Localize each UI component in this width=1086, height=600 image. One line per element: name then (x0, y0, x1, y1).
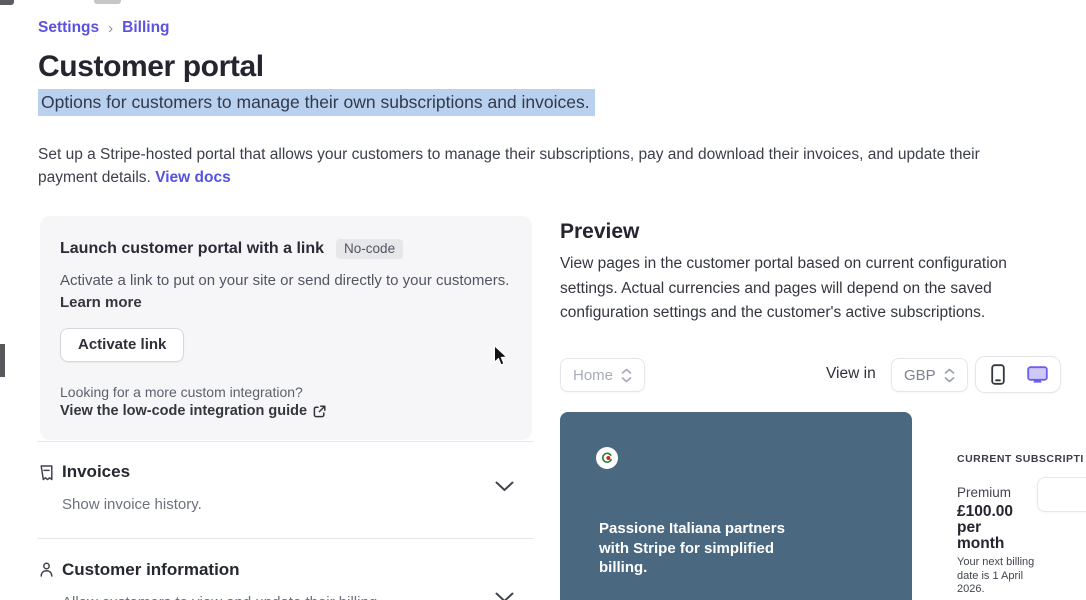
chevron-down-icon[interactable] (495, 590, 514, 600)
learn-more-link[interactable]: Learn more (60, 294, 142, 311)
section-divider (38, 441, 533, 442)
section-desc-customer-information: Allow customers to view and update their… (62, 594, 377, 600)
page-subtitle: Options for customers to manage their ow… (38, 92, 595, 113)
left-edge-artifact (0, 344, 5, 377)
activate-link-button[interactable]: Activate link (60, 328, 184, 362)
currency-select[interactable]: GBP (891, 358, 968, 392)
no-code-badge: No-code (336, 239, 403, 259)
page-select[interactable]: Home (560, 358, 645, 392)
subscription-action-button[interactable] (1037, 477, 1086, 512)
portal-brand-message: Passione Italiana partners with Stripe f… (599, 519, 791, 578)
page-title: Customer portal (38, 50, 264, 84)
breadcrumb-separator-icon: › (108, 20, 113, 37)
breadcrumb-billing[interactable]: Billing (122, 19, 169, 37)
section-title-customer-information: Customer information (62, 560, 240, 580)
launch-card-title: Launch customer portal with a link (60, 240, 324, 258)
chevron-down-icon[interactable] (495, 479, 514, 497)
preview-title: Preview (560, 220, 639, 244)
view-in-label: View in (826, 365, 876, 383)
launch-portal-card: Launch customer portal with a link No-co… (40, 216, 532, 440)
screen-edge-artifact (0, 0, 14, 5)
preview-description: View pages in the customer portal based … (560, 252, 1018, 326)
select-chevrons-icon (621, 368, 632, 383)
receipt-icon (38, 464, 56, 482)
page-description: Set up a Stripe-hosted portal that allow… (38, 143, 1033, 189)
plan-price: £100.00 per month (957, 504, 1023, 552)
section-desc-invoices: Show invoice history. (62, 496, 202, 513)
breadcrumb-settings[interactable]: Settings (38, 19, 99, 37)
person-icon (38, 561, 56, 579)
screen-edge-artifact (94, 0, 121, 4)
page-select-value: Home (573, 367, 613, 384)
integration-guide-link[interactable]: View the low-code integration guide (60, 403, 512, 419)
breadcrumb: Settings › Billing (38, 19, 170, 37)
section-title-invoices: Invoices (62, 462, 130, 482)
plan-name: Premium (957, 485, 1011, 500)
desktop-icon[interactable] (1021, 360, 1055, 390)
custom-integration-question: Looking for a more custom integration? (60, 384, 512, 400)
portal-preview-panel: Passione Italiana partners with Stripe f… (560, 412, 912, 600)
billing-note: Your next billing date is 1 April 2026. (957, 556, 1037, 597)
section-divider (38, 538, 533, 539)
view-docs-link[interactable]: View docs (155, 169, 231, 186)
brand-logo (596, 447, 618, 469)
brand-emblem-icon (601, 452, 613, 464)
integration-guide-link-label: View the low-code integration guide (60, 403, 307, 419)
currency-select-value: GBP (904, 367, 936, 384)
launch-card-body: Activate a link to put on your site or s… (60, 270, 512, 313)
mobile-icon[interactable] (981, 360, 1015, 390)
external-link-icon (313, 405, 326, 418)
launch-card-body-text: Activate a link to put on your site or s… (60, 272, 509, 289)
current-subscription-label: CURRENT SUBSCRIPTI (957, 453, 1084, 465)
select-chevrons-icon (944, 368, 955, 383)
selected-text: Options for customers to manage their ow… (38, 89, 595, 116)
device-toggle (975, 356, 1061, 393)
